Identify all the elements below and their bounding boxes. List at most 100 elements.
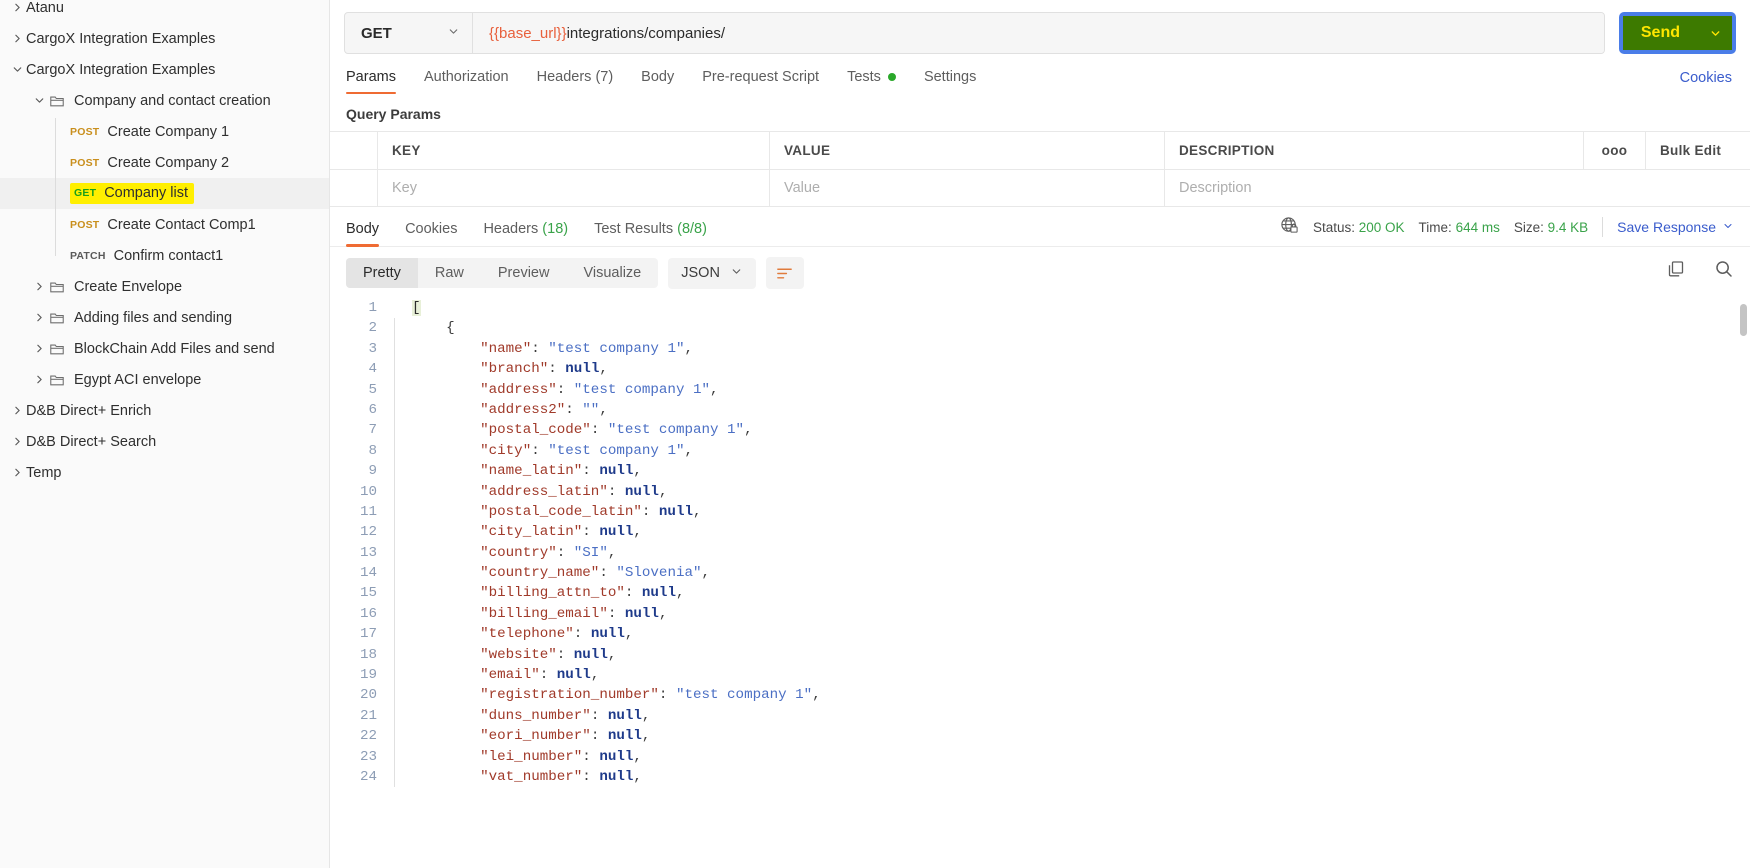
- response-actions[interactable]: [1666, 259, 1734, 284]
- url-input-group[interactable]: GET {{base_url}} integrations/companies/: [344, 12, 1605, 54]
- view-mode-visualize[interactable]: Visualize: [566, 258, 658, 288]
- fold-gutter[interactable]: [394, 318, 412, 339]
- http-method-select[interactable]: GET: [345, 13, 473, 53]
- sidebar-item-egypt-aci-envelope[interactable]: Egypt ACI envelope: [0, 364, 329, 395]
- tab-body[interactable]: Body: [627, 69, 688, 94]
- fold-gutter[interactable]: [394, 522, 412, 543]
- chevron-down-icon[interactable]: [30, 92, 48, 110]
- fold-gutter[interactable]: [394, 644, 412, 666]
- bulk-edit-button[interactable]: Bulk Edit: [1646, 132, 1750, 169]
- view-mode-preview[interactable]: Preview: [481, 258, 567, 288]
- chevron-right-icon[interactable]: [30, 340, 48, 358]
- response-tabs[interactable]: Body Cookies Headers (18) Test Results (8/8…: [346, 207, 720, 247]
- fold-gutter[interactable]: [394, 298, 412, 318]
- method-badge-patch: PATCH: [70, 249, 106, 262]
- collections-sidebar[interactable]: Atanu CargoX Integration Examples CargoX I…: [0, 0, 330, 868]
- sidebar-item-content: POST Create Company 1: [70, 124, 229, 140]
- send-options-chevron-icon[interactable]: [1698, 16, 1732, 50]
- fold-gutter[interactable]: [394, 420, 412, 441]
- response-tabs-bar[interactable]: Body Cookies Headers (18) Test Results (8/8…: [330, 207, 1750, 247]
- sidebar-item-create-envelope[interactable]: Create Envelope: [0, 271, 329, 302]
- fold-gutter[interactable]: [394, 624, 412, 645]
- param-description-input[interactable]: Description: [1165, 170, 1584, 206]
- response-format-select[interactable]: JSON: [668, 257, 756, 289]
- view-mode-raw[interactable]: Raw: [418, 258, 481, 288]
- fold-gutter[interactable]: [394, 583, 412, 604]
- chevron-right-icon[interactable]: [30, 371, 48, 389]
- response-body-toolbar[interactable]: Pretty Raw Preview Visualize JSON: [330, 247, 1750, 298]
- tab-pre-request-script[interactable]: Pre-request Script: [688, 69, 833, 94]
- copy-icon[interactable]: [1666, 259, 1686, 284]
- chevron-right-icon[interactable]: [30, 309, 48, 327]
- more-options-icon[interactable]: ooo: [1584, 132, 1646, 169]
- code-lines[interactable]: 1[2 {3 "name": "test company 1", 4 "branc…: [330, 298, 1750, 788]
- query-params-table[interactable]: KEY VALUE DESCRIPTION ooo Bulk Edit Key …: [330, 131, 1750, 207]
- chevron-down-icon[interactable]: [8, 61, 26, 79]
- chevron-right-icon[interactable]: [8, 464, 26, 482]
- tab-params[interactable]: Params: [346, 69, 410, 94]
- fold-gutter[interactable]: [394, 399, 412, 421]
- sidebar-item-blockchain-add-files-and-send[interactable]: BlockChain Add Files and send: [0, 333, 329, 364]
- sidebar-item-company-and-contact-creation[interactable]: Company and contact creation: [0, 85, 329, 116]
- query-params-empty-row[interactable]: Key Value Description: [330, 170, 1750, 207]
- sidebar-item-create-company-1[interactable]: POST Create Company 1: [0, 116, 329, 147]
- url-input[interactable]: {{base_url}} integrations/companies/: [473, 13, 1604, 53]
- send-button[interactable]: Send: [1622, 16, 1698, 50]
- filter-response-icon[interactable]: [765, 257, 804, 289]
- response-tab-cookies[interactable]: Cookies: [392, 221, 470, 247]
- sidebar-item-cargox-integration-examples[interactable]: CargoX Integration Examples: [0, 54, 329, 85]
- response-tab-test-results[interactable]: Test Results (8/8): [581, 221, 720, 247]
- collection-tree[interactable]: Atanu CargoX Integration Examples CargoX I…: [0, 0, 329, 488]
- search-icon[interactable]: [1714, 259, 1734, 284]
- fold-gutter[interactable]: [394, 766, 412, 788]
- sidebar-item-atanu[interactable]: Atanu: [0, 0, 329, 23]
- save-response-button[interactable]: Save Response: [1617, 219, 1734, 235]
- param-key-input[interactable]: Key: [378, 170, 770, 206]
- fold-gutter[interactable]: [394, 705, 412, 727]
- tab-tests[interactable]: Tests: [833, 69, 910, 94]
- response-tab-body[interactable]: Body: [346, 221, 392, 247]
- cookies-link[interactable]: Cookies: [1680, 70, 1732, 86]
- request-tabs[interactable]: Params Authorization Headers (7) Body Pre-re…: [330, 58, 1750, 94]
- fold-gutter[interactable]: [394, 461, 412, 482]
- sidebar-item-temp[interactable]: Temp: [0, 457, 329, 488]
- fold-gutter[interactable]: [394, 338, 412, 360]
- sidebar-item-adding-files-and-sending[interactable]: Adding files and sending: [0, 302, 329, 333]
- fold-gutter[interactable]: [394, 746, 412, 767]
- fold-gutter[interactable]: [394, 501, 412, 523]
- chevron-right-icon[interactable]: [30, 278, 48, 296]
- sidebar-item-confirm-contact1[interactable]: PATCH Confirm contact1: [0, 240, 329, 271]
- sidebar-item-cargox-integration-examples[interactable]: CargoX Integration Examples: [0, 23, 329, 54]
- chevron-right-icon[interactable]: [8, 433, 26, 451]
- view-mode-pretty[interactable]: Pretty: [346, 258, 418, 288]
- response-tab-headers[interactable]: Headers (18): [470, 221, 581, 247]
- send-button-group[interactable]: Send: [1618, 12, 1736, 54]
- response-body-code[interactable]: 1[2 {3 "name": "test company 1", 4 "branc…: [330, 298, 1750, 838]
- view-mode-segmented-control[interactable]: Pretty Raw Preview Visualize: [346, 258, 659, 288]
- tab-settings[interactable]: Settings: [910, 69, 990, 94]
- fold-gutter[interactable]: [394, 440, 412, 462]
- row-checkbox-cell[interactable]: [330, 170, 378, 206]
- sidebar-item-create-company-2[interactable]: POST Create Company 2: [0, 147, 329, 178]
- fold-gutter[interactable]: [394, 685, 412, 706]
- fold-gutter[interactable]: [394, 603, 412, 625]
- tab-authorization[interactable]: Authorization: [410, 69, 523, 94]
- fold-gutter[interactable]: [394, 379, 412, 400]
- fold-gutter[interactable]: [394, 481, 412, 502]
- chevron-right-icon[interactable]: [8, 402, 26, 420]
- fold-gutter[interactable]: [394, 359, 412, 380]
- fold-gutter[interactable]: [394, 542, 412, 564]
- fold-gutter[interactable]: [394, 665, 412, 686]
- param-value-input[interactable]: Value: [770, 170, 1165, 206]
- fold-gutter[interactable]: [394, 563, 412, 584]
- sidebar-item-create-contact-comp1[interactable]: POST Create Contact Comp1: [0, 209, 329, 240]
- select-all-checkbox-cell[interactable]: [330, 132, 378, 169]
- sidebar-item-company-list[interactable]: GET Company list: [0, 178, 329, 209]
- sidebar-item-d-b-direct-enrich[interactable]: D&B Direct+ Enrich: [0, 395, 329, 426]
- tab-headers-7[interactable]: Headers (7): [523, 69, 628, 94]
- fold-gutter[interactable]: [394, 726, 412, 747]
- chevron-right-icon[interactable]: [8, 30, 26, 48]
- chevron-right-icon[interactable]: [8, 0, 26, 17]
- response-scrollbar[interactable]: [1740, 304, 1747, 336]
- sidebar-item-d-b-direct-search[interactable]: D&B Direct+ Search: [0, 426, 329, 457]
